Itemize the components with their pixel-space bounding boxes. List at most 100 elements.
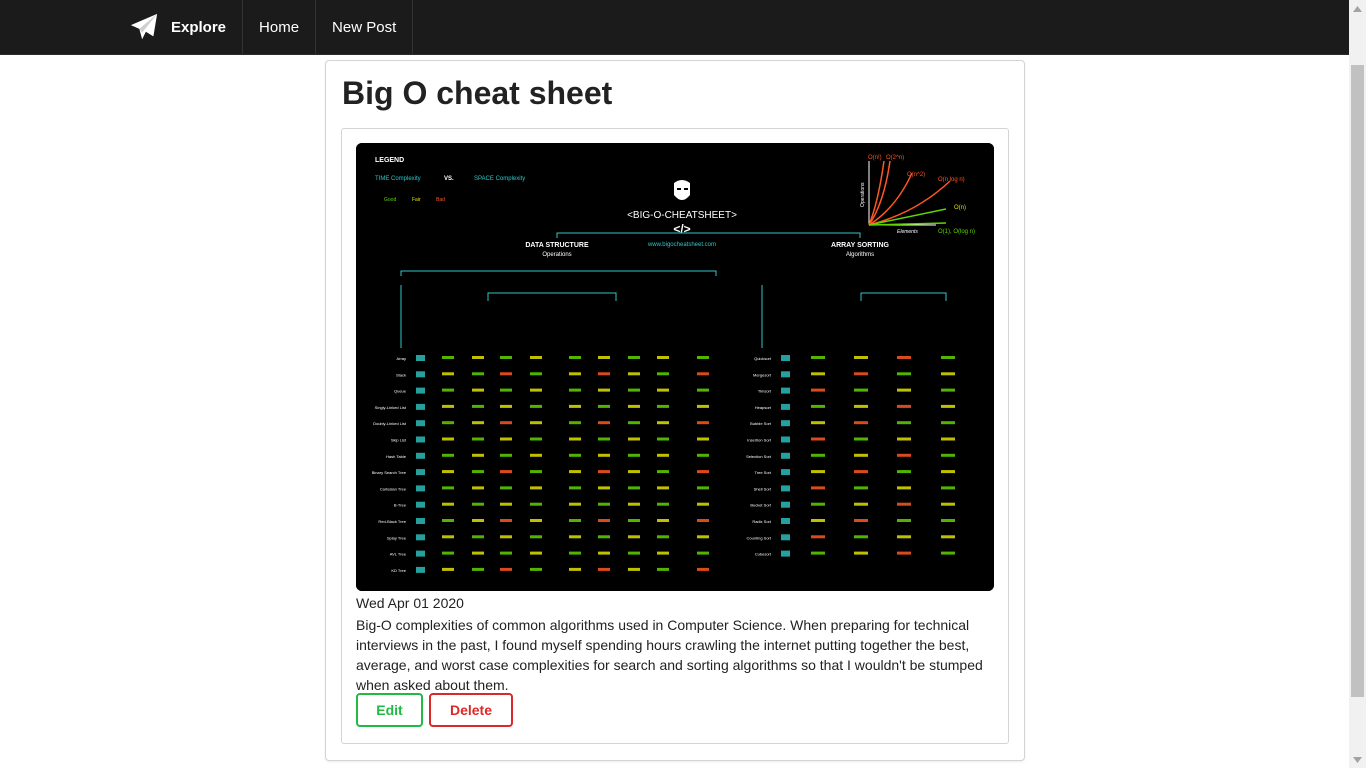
sheet-ds-cell: [569, 404, 581, 408]
sheet-ds-cell: [472, 567, 484, 571]
sheet-graph-axis-x: Elements: [897, 229, 918, 235]
sheet-ds-cell: [628, 453, 640, 457]
sheet-ds-cell: [657, 470, 669, 474]
sheet-ds-row-label: Doubly-Linked List: [373, 421, 407, 426]
sheet-ds-cell: [628, 519, 640, 522]
sheet-ds-cell: [442, 437, 454, 441]
sheet-ds-cell: [569, 470, 581, 474]
sheet-ds-cell: [472, 404, 484, 408]
sheet-graph-axis-y: Operations: [860, 182, 866, 207]
sheet-ds-cell: [628, 404, 640, 408]
vertical-scrollbar[interactable]: [1349, 0, 1366, 768]
sheet-sort-row-label: Mergesort: [753, 372, 772, 377]
sheet-graph-label: O(n log n): [938, 177, 965, 183]
sheet-ds-cell: [569, 453, 581, 457]
sheet-sort-cell: [854, 372, 868, 376]
sheet-legend-title: LEGEND: [375, 157, 404, 164]
sheet-ds-cell: [442, 453, 454, 457]
sheet-ds-cell: [598, 388, 610, 392]
scroll-thumb[interactable]: [1351, 65, 1364, 697]
sheet-sort-cell: [941, 437, 955, 441]
sheet-sort-row-label: Counting Sort: [747, 535, 772, 540]
sheet-ds-cell: [598, 404, 610, 408]
sheet-ds-row-label: Queue: [394, 389, 407, 394]
sheet-sort-cell: [941, 551, 955, 555]
sheet-rating-bad: Bad: [436, 197, 445, 203]
sheet-ds-cell: [598, 535, 610, 539]
delete-button[interactable]: Delete: [429, 693, 513, 727]
sheet-ds-cell: [472, 356, 484, 359]
sheet-sort-row-icon: [781, 469, 790, 476]
sheet-graph-label: O(n^2): [907, 172, 925, 178]
sheet-ds-cell: [569, 486, 581, 490]
sheet-ds-cell: [657, 421, 669, 425]
edit-button[interactable]: Edit: [356, 693, 423, 727]
sheet-ds-cell: [628, 502, 640, 506]
sheet-sort-row-label: Shell Sort: [754, 486, 772, 491]
sheet-ds-cell: [598, 567, 610, 571]
sheet-sort-cell: [897, 356, 911, 359]
sheet-ds-cell: [500, 356, 512, 359]
sheet-ds-cell: [697, 486, 709, 490]
sheet-rating-good: Good: [384, 197, 396, 203]
sheet-sort-row-label: Selection Sort: [746, 454, 772, 459]
sheet-sort-cell: [854, 404, 868, 408]
sheet-ds-cell: [530, 486, 542, 490]
sheet-sort-row-label: Tree Sort: [754, 470, 771, 475]
sheet-space-label: SPACE Complexity: [474, 176, 525, 182]
sheet-ds-row-label: Cartesian Tree: [380, 486, 407, 491]
sheet-sort-cell: [854, 502, 868, 506]
sheet-ds-row-icon: [416, 501, 425, 508]
sheet-ds-cell: [628, 437, 640, 441]
sheet-sort-cell: [811, 372, 825, 376]
sheet-ds-cell: [530, 356, 542, 359]
sheet-sort-cell: [941, 453, 955, 457]
nav-item-home[interactable]: Home: [243, 0, 317, 54]
scroll-down-arrow-icon[interactable]: [1349, 751, 1366, 768]
sheet-ds-cell: [598, 502, 610, 506]
sheet-sort-row-icon: [781, 387, 790, 394]
sheet-sort-row-label: Bubble Sort: [750, 421, 772, 426]
sheet-ds-cell: [442, 486, 454, 490]
sheet-sort-cell: [811, 356, 825, 359]
sheet-ds-row-icon: [416, 534, 425, 541]
sheet-sort-cell: [897, 470, 911, 474]
sheet-ds-row-label: Stack: [396, 372, 406, 377]
sheet-ds-row-icon: [416, 550, 425, 557]
sheet-ds-row-icon: [416, 403, 425, 410]
sheet-ds-cell: [530, 470, 542, 474]
sheet-sort-row-icon: [781, 501, 790, 508]
sheet-ds-cell: [569, 535, 581, 539]
sheet-ds-cell: [697, 470, 709, 474]
sheet-sort-cell: [854, 535, 868, 539]
sheet-ds-row-label: Binary Search Tree: [372, 470, 407, 475]
sheet-ds-cell: [472, 486, 484, 490]
sheet-sort-cell: [941, 388, 955, 392]
sheet-ds-cell: [628, 486, 640, 490]
sheet-ds-cell: [598, 421, 610, 425]
sheet-sort-cell: [854, 519, 868, 522]
scroll-up-arrow-icon[interactable]: [1349, 0, 1366, 17]
sheet-sort-cell: [811, 535, 825, 539]
nav-item-new-post[interactable]: New Post: [316, 0, 414, 54]
sheet-ds-cell: [697, 421, 709, 425]
post-date: Wed Apr 01 2020: [356, 595, 464, 611]
sheet-ds-cell: [500, 567, 512, 571]
sheet-ds-cell: [472, 421, 484, 425]
sheet-ds-cell: [500, 486, 512, 490]
sheet-sort-cell: [897, 404, 911, 408]
sheet-ds-cell: [442, 567, 454, 571]
sheet-ds-row-icon: [416, 371, 425, 378]
page-title: Big O cheat sheet: [342, 75, 613, 111]
sheet-sort-cell: [811, 437, 825, 441]
sheet-ds-cell: [657, 453, 669, 457]
sheet-ds-row-label: Splay Tree: [387, 535, 407, 540]
sheet-ds-row-icon: [416, 436, 425, 443]
sheet-ds-cell: [657, 388, 669, 392]
sheet-ds-cell: [530, 372, 542, 376]
nav-brand[interactable]: Explore: [121, 0, 244, 54]
sheet-sort-cell: [811, 453, 825, 457]
sheet-ds-title: DATA STRUCTURE: [525, 242, 589, 249]
sheet-ds-cell: [442, 535, 454, 539]
sheet-ds-cell: [569, 388, 581, 392]
